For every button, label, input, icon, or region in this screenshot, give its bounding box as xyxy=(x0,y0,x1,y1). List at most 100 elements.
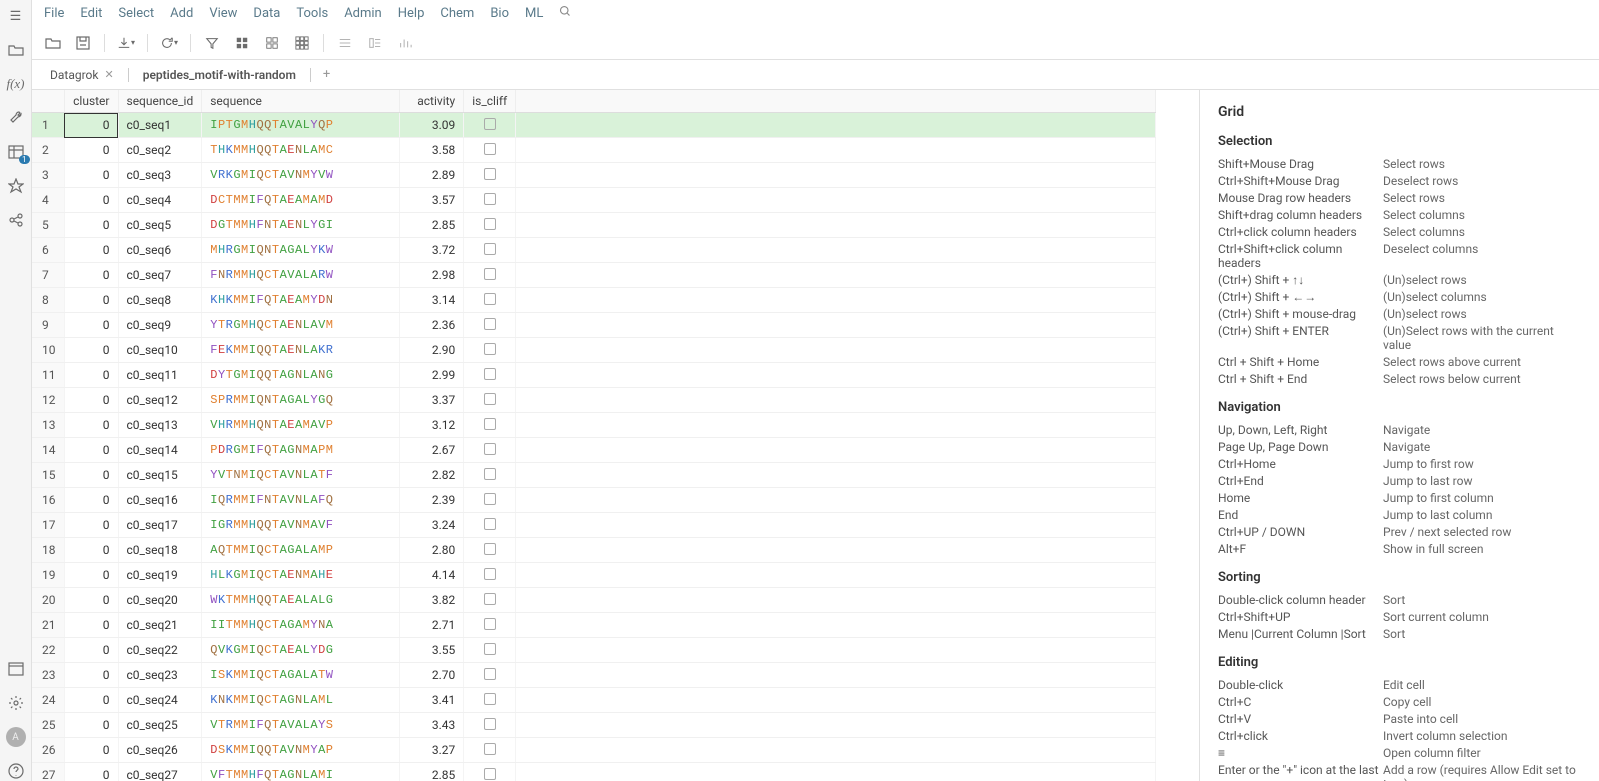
row-number[interactable]: 27 xyxy=(32,763,64,781)
cell-sequence[interactable]: PDRGMIFQTAGNMAPM xyxy=(202,438,400,463)
checkbox-icon[interactable] xyxy=(484,418,496,430)
cell-sequence[interactable]: WKTMMHQQTAEALALG xyxy=(202,588,400,613)
col-is-cliff[interactable]: is_cliff xyxy=(464,90,516,113)
cell-cluster[interactable]: 0 xyxy=(64,238,118,263)
refresh-icon[interactable]: ▾ xyxy=(160,34,178,52)
col-rownum[interactable] xyxy=(32,90,64,113)
table-row[interactable]: 110c0_seq11DYTGMIQQTAGNLANG2.99 xyxy=(32,363,1156,388)
cell-sequence-id[interactable]: c0_seq16 xyxy=(118,488,202,513)
cell-is-cliff[interactable] xyxy=(464,163,516,188)
cell-is-cliff[interactable] xyxy=(464,613,516,638)
cell-activity[interactable]: 2.67 xyxy=(400,438,464,463)
cell-sequence[interactable]: YVTNMIQCTAVNLATF xyxy=(202,463,400,488)
checkbox-icon[interactable] xyxy=(484,743,496,755)
cell-sequence-id[interactable]: c0_seq14 xyxy=(118,438,202,463)
checkbox-icon[interactable] xyxy=(484,168,496,180)
table-row[interactable]: 170c0_seq17IGRMMHQQTAVNMAVF3.24 xyxy=(32,513,1156,538)
checkbox-icon[interactable] xyxy=(484,218,496,230)
row-number[interactable]: 18 xyxy=(32,538,64,563)
cell-cluster[interactable]: 0 xyxy=(64,688,118,713)
checkbox-icon[interactable] xyxy=(484,768,496,780)
row-number[interactable]: 12 xyxy=(32,388,64,413)
cell-sequence[interactable]: DGTMMHFNTAENLYGI xyxy=(202,213,400,238)
row-number[interactable]: 1 xyxy=(32,113,64,138)
row-number[interactable]: 15 xyxy=(32,463,64,488)
cell-sequence-id[interactable]: c0_seq6 xyxy=(118,238,202,263)
row-number[interactable]: 9 xyxy=(32,313,64,338)
list-view-icon[interactable] xyxy=(336,34,354,52)
col-sequence-id[interactable]: sequence_id xyxy=(118,90,202,113)
cell-cluster[interactable]: 0 xyxy=(64,638,118,663)
cell-is-cliff[interactable] xyxy=(464,213,516,238)
cell-is-cliff[interactable] xyxy=(464,763,516,781)
checkbox-icon[interactable] xyxy=(484,368,496,380)
row-number[interactable]: 20 xyxy=(32,588,64,613)
cell-sequence[interactable]: KHKMMIFQTAEAMYDN xyxy=(202,288,400,313)
cell-cluster[interactable]: 0 xyxy=(64,338,118,363)
row-number[interactable]: 21 xyxy=(32,613,64,638)
cell-sequence[interactable]: IGRMMHQQTAVNMAVF xyxy=(202,513,400,538)
table-row[interactable]: 150c0_seq15YVTNMIQCTAVNLATF2.82 xyxy=(32,463,1156,488)
checkbox-icon[interactable] xyxy=(484,668,496,680)
filter-icon[interactable] xyxy=(203,34,221,52)
cell-sequence[interactable]: ISKMMIQCTAGALATW xyxy=(202,663,400,688)
cell-sequence[interactable]: QVKGMIQCTAEALYDG xyxy=(202,638,400,663)
cell-sequence[interactable]: VRKGMIQCTAVNMYVW xyxy=(202,163,400,188)
download-icon[interactable]: ▾ xyxy=(117,34,135,52)
checkbox-icon[interactable] xyxy=(484,568,496,580)
row-number[interactable]: 17 xyxy=(32,513,64,538)
table-row[interactable]: 140c0_seq14PDRGMIFQTAGNMAPM2.67 xyxy=(32,438,1156,463)
cell-sequence-id[interactable]: c0_seq20 xyxy=(118,588,202,613)
table-row[interactable]: 90c0_seq9YTRGMHQCTAENLAVM2.36 xyxy=(32,313,1156,338)
row-number[interactable]: 24 xyxy=(32,688,64,713)
cell-is-cliff[interactable] xyxy=(464,538,516,563)
cell-activity[interactable]: 2.82 xyxy=(400,463,464,488)
menu-help[interactable]: Help xyxy=(398,6,425,21)
table-row[interactable]: 270c0_seq27VFTMMHFQTAGNLAMI2.85 xyxy=(32,763,1156,781)
checkbox-icon[interactable] xyxy=(484,493,496,505)
cell-is-cliff[interactable] xyxy=(464,263,516,288)
menu-bio[interactable]: Bio xyxy=(490,6,509,21)
menu-ml[interactable]: ML xyxy=(525,6,543,21)
col-activity[interactable]: activity xyxy=(400,90,464,113)
cell-is-cliff[interactable] xyxy=(464,113,516,138)
cell-cluster[interactable]: 0 xyxy=(64,438,118,463)
cell-sequence[interactable]: IQRMMIFNTAVNLAFQ xyxy=(202,488,400,513)
cell-sequence-id[interactable]: c0_seq15 xyxy=(118,463,202,488)
checkbox-icon[interactable] xyxy=(484,118,496,130)
cell-sequence-id[interactable]: c0_seq21 xyxy=(118,613,202,638)
row-number[interactable]: 3 xyxy=(32,163,64,188)
checkbox-icon[interactable] xyxy=(484,343,496,355)
cell-is-cliff[interactable] xyxy=(464,363,516,388)
table-icon[interactable]: 1 xyxy=(6,142,26,162)
menu-edit[interactable]: Edit xyxy=(80,6,102,21)
menu-tools[interactable]: Tools xyxy=(296,6,328,21)
checkbox-icon[interactable] xyxy=(484,718,496,730)
cell-is-cliff[interactable] xyxy=(464,188,516,213)
cell-is-cliff[interactable] xyxy=(464,388,516,413)
cell-sequence-id[interactable]: c0_seq10 xyxy=(118,338,202,363)
col-cluster[interactable]: cluster xyxy=(64,90,118,113)
checkbox-icon[interactable] xyxy=(484,243,496,255)
menu-view[interactable]: View xyxy=(209,6,237,21)
cell-cluster[interactable]: 0 xyxy=(64,288,118,313)
cell-activity[interactable]: 3.37 xyxy=(400,388,464,413)
cell-is-cliff[interactable] xyxy=(464,138,516,163)
col-sequence[interactable]: sequence xyxy=(202,90,400,113)
cell-activity[interactable]: 2.39 xyxy=(400,488,464,513)
cell-is-cliff[interactable] xyxy=(464,663,516,688)
cell-is-cliff[interactable] xyxy=(464,513,516,538)
cell-is-cliff[interactable] xyxy=(464,688,516,713)
cell-sequence[interactable]: MHRGMIQNTAGALYKW xyxy=(202,238,400,263)
row-number[interactable]: 13 xyxy=(32,413,64,438)
cell-activity[interactable]: 3.09 xyxy=(400,113,464,138)
cell-cluster[interactable]: 0 xyxy=(64,313,118,338)
cell-sequence[interactable]: AQTMMIQCTAGALAMP xyxy=(202,538,400,563)
checkbox-icon[interactable] xyxy=(484,318,496,330)
table-row[interactable]: 200c0_seq20WKTMMHQQTAEALALG3.82 xyxy=(32,588,1156,613)
open-folder-icon[interactable] xyxy=(44,34,62,52)
row-number[interactable]: 19 xyxy=(32,563,64,588)
table-row[interactable]: 180c0_seq18AQTMMIQCTAGALAMP2.80 xyxy=(32,538,1156,563)
row-number[interactable]: 6 xyxy=(32,238,64,263)
row-number[interactable]: 22 xyxy=(32,638,64,663)
